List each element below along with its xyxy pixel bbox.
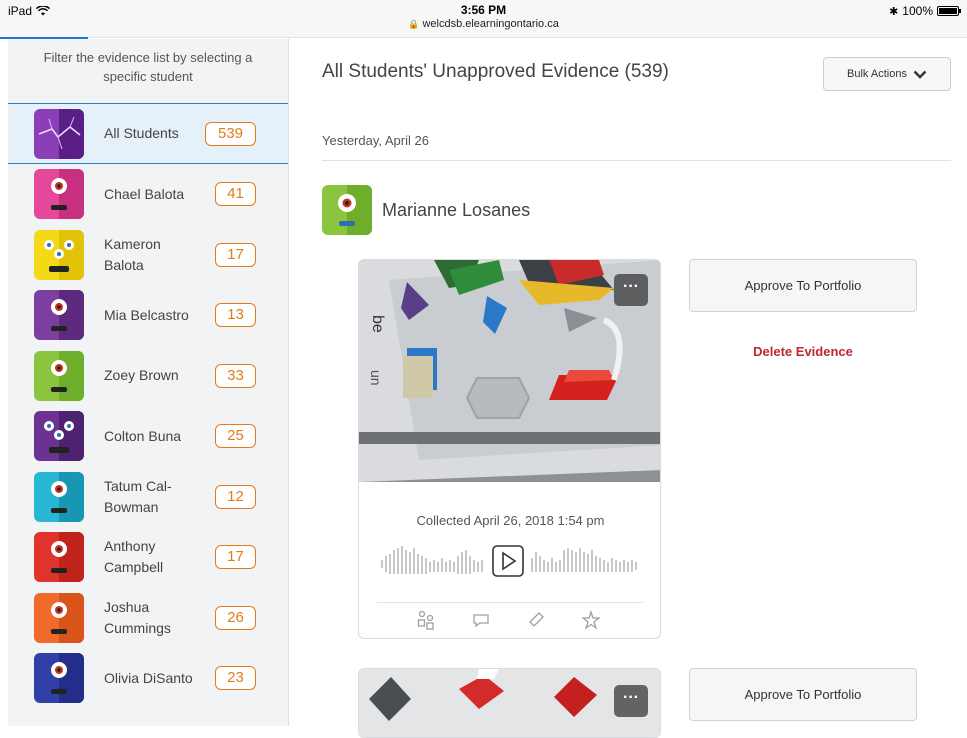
evidence-count-badge: 23 — [215, 666, 256, 691]
evidence-count-badge: 41 — [215, 182, 256, 207]
student-list: All Students 539 Chael Balota 41 Kameron Bal… — [8, 103, 288, 709]
student-name: Chael Balota — [104, 185, 185, 202]
main-content: All Students' Unapproved Evidence (539) … — [289, 39, 967, 738]
student-row[interactable]: Joshua Cummings 26 — [8, 588, 288, 649]
student-row[interactable]: Chael Balota 41 — [8, 164, 288, 225]
evidence-count-badge: 26 — [215, 605, 256, 630]
student-row[interactable]: Colton Buna 25 — [8, 406, 288, 467]
date-header: Yesterday, April 26 — [322, 133, 429, 148]
yellow-monster-icon — [34, 229, 84, 280]
green-monster-icon — [34, 350, 84, 401]
lightning-icon — [34, 108, 84, 159]
address-url: welcdsb.elearningontario.ca — [422, 18, 559, 30]
collected-date: Collected April 26, 2018 1:54 pm — [416, 513, 605, 528]
people-icon[interactable] — [417, 610, 435, 630]
clock: 3:56 PM — [460, 3, 507, 17]
student-row[interactable]: Zoey Brown 33 — [8, 346, 288, 407]
evidence-card[interactable]: ··· — [358, 668, 661, 738]
pink-monster-icon — [34, 169, 84, 220]
purple-monster-icon — [34, 290, 84, 341]
student-name: Kameron Balota — [104, 235, 161, 273]
violet-monster-icon — [34, 411, 84, 462]
student-name: Colton Buna — [104, 427, 182, 444]
audio-player[interactable] — [381, 544, 639, 578]
student-name: Tatum Cal-Bowman — [104, 477, 172, 515]
evidence-count-badge: 13 — [215, 303, 256, 328]
chevron-down-icon — [913, 70, 927, 79]
battery-icon — [937, 6, 961, 16]
more-options-button[interactable]: ··· — [614, 685, 648, 717]
student-name: Zoey Brown — [104, 367, 179, 384]
status-right: ✱ 100% — [889, 4, 961, 18]
svg-text:be: be — [369, 315, 386, 333]
blue-monster-icon — [34, 653, 84, 704]
page-title: All Students' Unapproved Evidence (539) — [322, 61, 669, 82]
evidence-count-badge: 12 — [215, 484, 256, 509]
avatar — [322, 185, 372, 235]
student-name: Mia Belcastro — [104, 306, 189, 323]
bulk-actions-button[interactable]: Bulk Actions — [823, 57, 951, 91]
student-row[interactable]: Anthony Campbell 17 — [8, 527, 288, 588]
approve-to-portfolio-button[interactable]: Approve To Portfolio — [689, 668, 917, 721]
svg-text:un: un — [368, 370, 384, 386]
address-bar[interactable]: 🔒 welcdsb.elearningontario.ca — [0, 18, 967, 30]
student-name: All Students — [104, 125, 179, 141]
red-monster-icon — [34, 532, 84, 583]
approve-label: Approve To Portfolio — [744, 687, 862, 702]
bluetooth-icon: ✱ — [889, 5, 899, 18]
bulk-actions-label: Bulk Actions — [847, 68, 907, 80]
green-monster-icon — [322, 185, 372, 235]
teal-monster-icon — [34, 471, 84, 522]
student-heading: Marianne Losanes — [382, 200, 531, 220]
star-icon[interactable] — [582, 610, 600, 630]
evidence-count-badge: 25 — [215, 424, 256, 449]
evidence-count-badge: 539 — [205, 121, 256, 146]
student-row[interactable]: Mia Belcastro 13 — [8, 285, 288, 346]
student-name: Joshua Cummings — [104, 598, 171, 636]
student-sidebar: Filter the evidence list by selecting a … — [8, 39, 289, 726]
student-row[interactable]: All Students 539 — [8, 103, 288, 164]
student-row[interactable]: Olivia DiSanto 23 — [8, 648, 288, 709]
delete-evidence-link[interactable]: Delete Evidence — [689, 344, 917, 359]
approve-label: Approve To Portfolio — [744, 278, 862, 293]
divider — [322, 160, 951, 161]
student-row[interactable]: Tatum Cal-Bowman 12 — [8, 467, 288, 528]
student-name: Anthony Campbell — [104, 538, 164, 576]
evidence-card[interactable]: be un ··· Collected April 26, 2018 1:54 … — [358, 259, 661, 639]
filter-instructions: Filter the evidence list by selecting a … — [43, 50, 253, 84]
status-bar: iPad 3:56 PM 🔒 welcdsb.elearningontario.… — [0, 0, 967, 39]
approve-to-portfolio-button[interactable]: Approve To Portfolio — [689, 259, 917, 312]
student-row[interactable]: Kameron Balota 17 — [8, 225, 288, 286]
battery-percent: 100% — [902, 4, 933, 18]
tag-icon[interactable] — [527, 610, 545, 630]
student-name: Olivia DiSanto — [104, 669, 193, 686]
evidence-photo[interactable]: be un ··· — [359, 260, 660, 482]
evidence-photo[interactable]: ··· — [359, 669, 660, 737]
more-options-button[interactable]: ··· — [614, 274, 648, 306]
card-actions — [417, 610, 600, 630]
status-center: 3:56 PM 🔒 welcdsb.elearningontario.ca — [0, 3, 967, 30]
orange-monster-icon — [34, 592, 84, 643]
evidence-count-badge: 17 — [215, 242, 256, 267]
waveform-icon — [381, 545, 637, 577]
play-icon — [492, 545, 524, 577]
evidence-count-badge: 33 — [215, 363, 256, 388]
evidence-count-badge: 17 — [215, 545, 256, 570]
comment-icon[interactable] — [472, 610, 490, 630]
divider — [377, 602, 643, 603]
lock-icon: 🔒 — [408, 19, 420, 29]
